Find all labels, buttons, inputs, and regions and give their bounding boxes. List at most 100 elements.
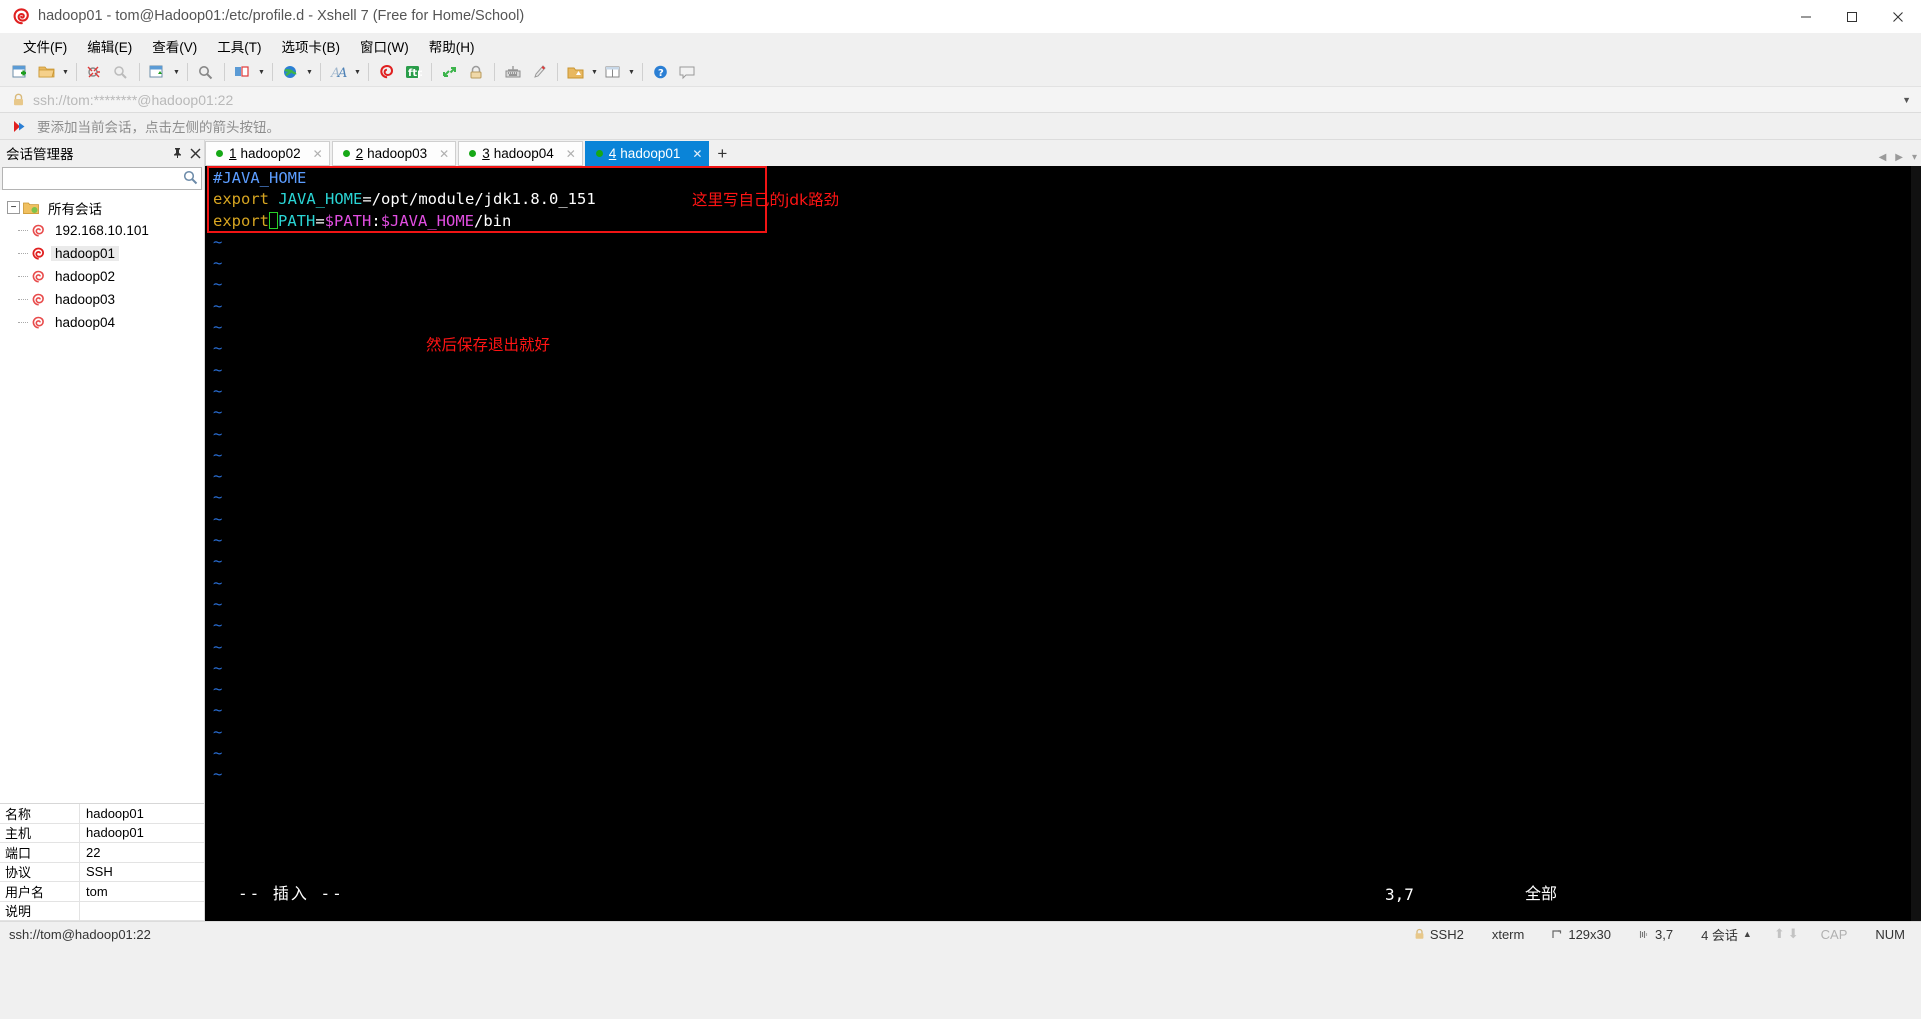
session-item-hadoop01[interactable]: hadoop01 (0, 242, 204, 265)
session-icon (31, 224, 46, 238)
tab-number: 2 (355, 146, 364, 161)
terminal-segment: $PATH (324, 211, 372, 230)
property-value: tom (80, 882, 204, 902)
globe-icon[interactable] (278, 60, 304, 84)
xftp-icon[interactable]: ftp (400, 60, 426, 84)
menu-item-file[interactable]: 文件(F) (14, 33, 76, 59)
tab-hadoop03[interactable]: 2 hadoop03 ✕ (331, 141, 457, 166)
tab-hadoop04[interactable]: 3 hadoop04 ✕ (458, 141, 583, 166)
fullscreen-icon[interactable] (437, 60, 463, 84)
property-row-port: 端口 22 (0, 843, 204, 863)
session-tree-root[interactable]: − 所有会话 (0, 196, 204, 219)
maximize-button[interactable] (1829, 0, 1875, 33)
session-item-hadoop02[interactable]: hadoop02 (0, 265, 204, 288)
session-item-label: hadoop04 (55, 315, 116, 330)
session-item-hadoop04[interactable]: hadoop04 (0, 311, 204, 334)
status-session-count[interactable]: 4 会话 ▲ (1687, 925, 1766, 944)
session-item-192-168-10-101[interactable]: 192.168.10.101 (0, 219, 204, 242)
status-cursor: 3,7 (1625, 927, 1687, 942)
terminal-line: #JAVA_HOME (213, 168, 596, 189)
globe-dropdown-icon[interactable]: ▼ (304, 60, 315, 84)
terminal-empty-line-marker: ~ (213, 445, 223, 464)
session-search-box[interactable] (2, 167, 202, 190)
highlight-icon[interactable] (526, 60, 552, 84)
status-terminal-type-label: xterm (1491, 926, 1525, 942)
minimize-button[interactable] (1783, 0, 1829, 33)
open-folder-dropdown-icon[interactable]: ▼ (60, 60, 71, 84)
tab-hadoop02[interactable]: 1 hadoop02 ✕ (205, 141, 330, 166)
cursor-icon (1639, 930, 1648, 938)
tree-connector (18, 230, 28, 231)
xshell-icon[interactable] (374, 60, 400, 84)
tab-close-icon[interactable]: ✕ (437, 147, 451, 161)
tab-close-icon[interactable]: ✕ (690, 147, 704, 161)
chevron-down-icon[interactable]: ▼ (1902, 95, 1911, 105)
status-right-group: SSH2 xterm 129x30 3,7 4 会话 ▲ ⬆ ⬇ CAP NUM (1400, 925, 1921, 944)
status-num-label: NUM (1875, 926, 1905, 942)
terminal-empty-line-marker: ~ (213, 531, 223, 550)
comment-icon[interactable] (674, 60, 700, 84)
terminal-screen[interactable]: #JAVA_HOME export JAVA_HOME=/opt/module/j… (205, 166, 1921, 921)
close-button[interactable] (1875, 0, 1921, 33)
main-area: 会话管理器 − 所有会话 192.168.10.101 hadoop01 had… (0, 140, 1921, 921)
transfer-dropdown-icon[interactable]: ▼ (589, 60, 600, 84)
tab-menu-icon[interactable]: ▾ (1912, 152, 1917, 163)
help-icon[interactable]: ? (648, 60, 674, 84)
split-icon[interactable] (600, 60, 626, 84)
tab-status-dot (469, 150, 477, 157)
lock-icon[interactable] (463, 60, 489, 84)
search-icon[interactable] (183, 170, 198, 188)
tab-close-icon[interactable]: ✕ (311, 147, 325, 161)
tree-connector (18, 299, 28, 300)
session-manager-title: 会话管理器 (6, 147, 74, 162)
menu-item-view[interactable]: 查看(V) (143, 33, 206, 59)
session-manager-header: 会话管理器 (0, 140, 204, 166)
close-icon[interactable] (186, 143, 204, 163)
transfer-icon[interactable] (563, 60, 589, 84)
tab-prev-icon[interactable]: ◀ (1879, 152, 1887, 163)
property-key: 说明 (0, 901, 80, 921)
caret-up-icon[interactable]: ▲ (1743, 929, 1752, 939)
keyboard-icon[interactable] (500, 60, 526, 84)
menu-item-tab[interactable]: 选项卡(B) (273, 33, 350, 59)
new-tab-button[interactable]: + (711, 142, 733, 166)
status-connection-url: ssh://tom@hadoop01:22 (9, 926, 151, 942)
menu-item-help[interactable]: 帮助(H) (420, 33, 484, 59)
property-row-username: 用户名 tom (0, 882, 204, 902)
terminal-scrollbar[interactable] (1911, 166, 1921, 921)
session-item-hadoop03[interactable]: hadoop03 (0, 288, 204, 311)
find-icon[interactable] (193, 60, 219, 84)
new-session-icon[interactable] (8, 60, 34, 84)
notification-text: 要添加当前会话，点击左侧的箭头按钮。 (37, 120, 280, 135)
tab-status-dot (595, 150, 603, 157)
arrow-up-icon: ⬆ (1773, 926, 1785, 941)
expander-icon[interactable]: − (7, 201, 20, 214)
tab-hadoop01[interactable]: 4 hadoop01 ✕ (584, 141, 710, 166)
menu-item-tools[interactable]: 工具(T) (208, 33, 270, 59)
new-tab-dropdown-icon[interactable]: ▼ (171, 60, 182, 84)
reconnect-icon[interactable] (108, 60, 134, 84)
annotation-save-exit: 然后保存退出就好 (426, 336, 551, 354)
tab-next-icon[interactable]: ▶ (1895, 152, 1903, 163)
menu-item-window[interactable]: 窗口(W) (351, 33, 418, 59)
tab-close-icon[interactable]: ✕ (564, 147, 578, 161)
new-tab-icon[interactable] (145, 60, 171, 84)
pin-icon[interactable] (168, 143, 186, 163)
session-icon (31, 247, 46, 261)
session-icon (31, 270, 46, 284)
session-tree[interactable]: − 所有会话 192.168.10.101 hadoop01 hadoop02 … (0, 190, 204, 803)
address-bar[interactable]: ssh://tom:********@hadoop01:22 ▼ (0, 86, 1921, 113)
menu-bar: 文件(F) 编辑(E) 查看(V) 工具(T) 选项卡(B) 窗口(W) 帮助(… (0, 33, 1921, 58)
split-dropdown-icon[interactable]: ▼ (626, 60, 637, 84)
disconnect-icon[interactable] (82, 60, 108, 84)
session-item-label: hadoop01 (51, 246, 120, 261)
font-dropdown-icon[interactable]: ▼ (352, 60, 363, 84)
toolbar-separator (494, 63, 495, 81)
search-input[interactable] (3, 169, 201, 188)
menu-item-edit[interactable]: 编辑(E) (78, 33, 141, 59)
open-folder-icon[interactable] (34, 60, 60, 84)
toolbar-separator (431, 63, 432, 81)
layout-icon[interactable] (230, 60, 256, 84)
font-icon[interactable]: A A (326, 60, 352, 84)
layout-dropdown-icon[interactable]: ▼ (256, 60, 267, 84)
